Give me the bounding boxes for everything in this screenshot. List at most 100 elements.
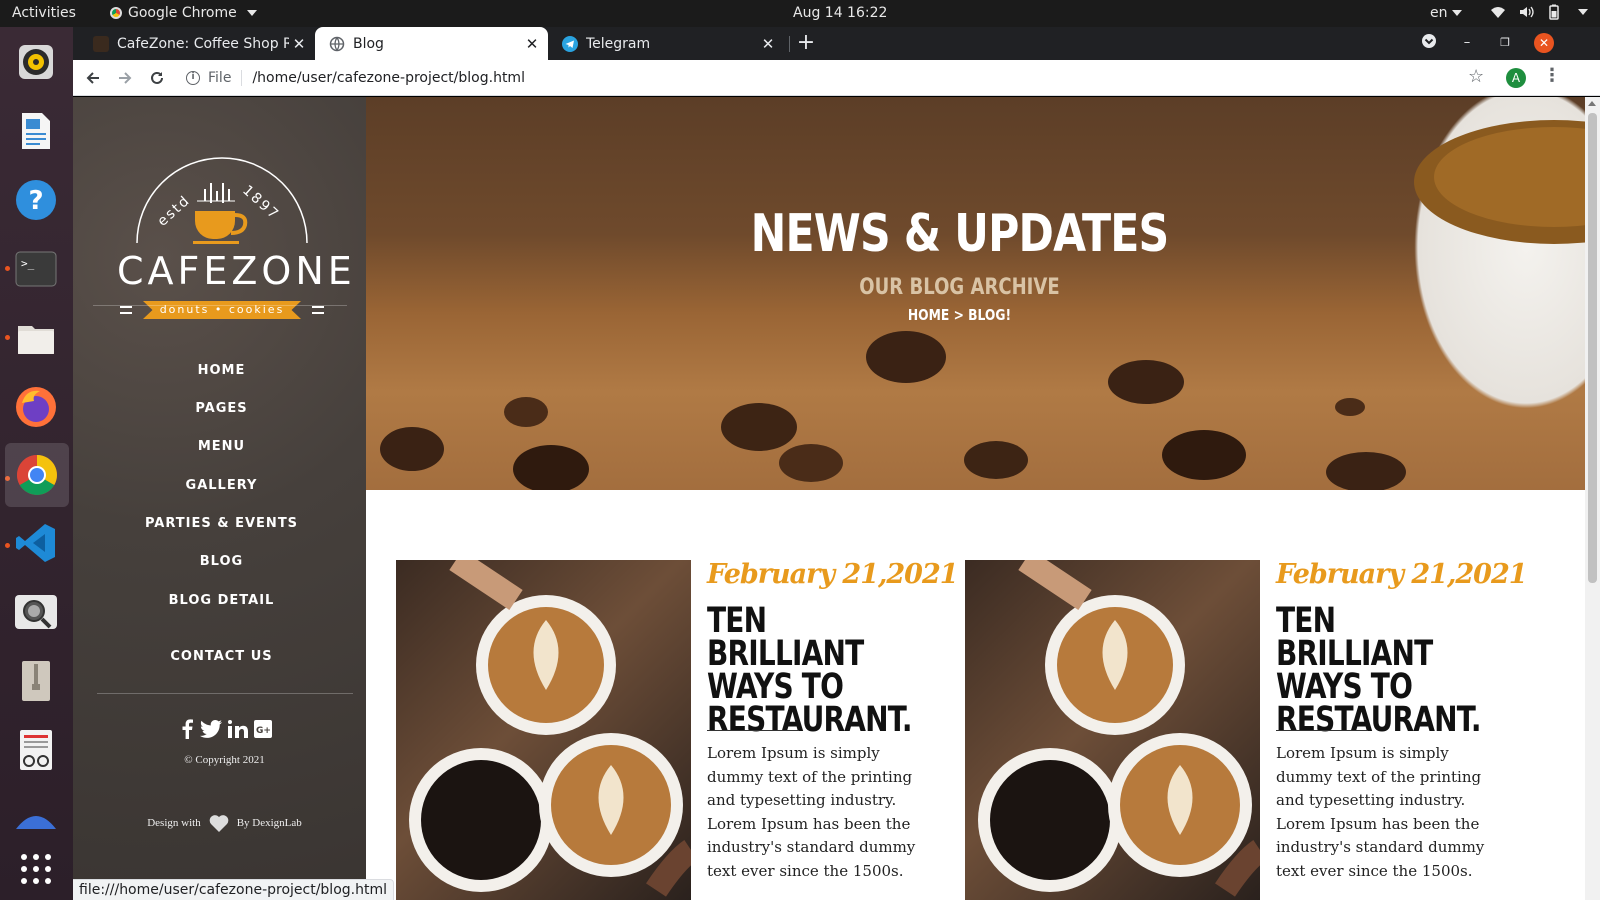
screenshot-icon[interactable] <box>14 590 58 634</box>
coffee-cups-image <box>409 560 691 897</box>
hero-subtitle: OUR BLOG ARCHIVE <box>859 275 1060 300</box>
url-text: /home/user/cafezone-project/blog.html <box>252 70 525 86</box>
chrome-mini-icon <box>110 7 122 19</box>
tab-title: CafeZone: Coffee Shop Re <box>117 35 289 52</box>
writer-icon[interactable] <box>14 109 58 153</box>
tab-title: Telegram <box>586 35 651 52</box>
coffee-cups-image <box>978 560 1260 897</box>
restore-button[interactable]: ❐ <box>1495 33 1515 53</box>
tab-title: Blog <box>353 35 384 52</box>
site-logo[interactable]: estd 1897 CAFEZONE donuts • cookies <box>117 131 352 319</box>
profile-avatar[interactable]: A <box>1506 68 1526 88</box>
scroll-up-icon[interactable] <box>1588 101 1596 106</box>
post-image[interactable] <box>965 560 1260 900</box>
page-scrollbar[interactable] <box>1585 97 1600 900</box>
reload-button[interactable] <box>145 66 169 90</box>
hero-banner: NEWS & UPDATES OUR BLOG ARCHIVE HOME > B… <box>366 97 1585 490</box>
post-divider <box>707 730 799 731</box>
tab-strip: CafeZone: Coffee Shop Re ✕ Blog ✕ Telegr… <box>73 27 1600 60</box>
forward-button[interactable] <box>113 66 137 90</box>
running-indicator <box>5 266 10 271</box>
minimize-button[interactable]: – <box>1457 33 1477 53</box>
post-title[interactable]: TEN BRILLIANT WAYS TO RESTAURANT. <box>1276 604 1481 738</box>
svg-text:?: ? <box>28 186 43 216</box>
bookmark-star-icon[interactable]: ☆ <box>1468 66 1484 87</box>
nav-blog-detail[interactable]: BLOG DETAIL <box>73 593 370 608</box>
nav-menu[interactable]: MENU <box>73 439 370 454</box>
facebook-icon[interactable] <box>180 719 194 739</box>
hero-title: NEWS & UPDATES <box>750 204 1170 264</box>
nav-pages[interactable]: PAGES <box>73 401 370 416</box>
terminal-icon[interactable]: >_ <box>14 247 58 291</box>
designed-prefix: Design with <box>147 817 201 829</box>
nav-contact-us[interactable]: CONTACT US <box>73 649 370 664</box>
nav-home[interactable]: HOME <box>73 363 370 378</box>
telegram-icon <box>562 35 578 52</box>
globe-icon <box>329 36 345 51</box>
chrome-icon[interactable] <box>5 443 69 507</box>
svg-text:>_: >_ <box>21 257 35 270</box>
wifi-icon <box>1491 7 1505 18</box>
cafezone-favicon <box>93 35 109 52</box>
partial-app-icon[interactable] <box>14 797 58 841</box>
google-plus-icon[interactable]: G+ <box>254 720 272 738</box>
back-button[interactable] <box>81 66 105 90</box>
post-image[interactable] <box>396 560 691 900</box>
breadcrumb[interactable]: HOME > BLOG! <box>473 306 1446 324</box>
chevron-down-circle-icon <box>1422 34 1436 48</box>
app-menu[interactable]: Google Chrome <box>110 5 257 21</box>
nav-blog[interactable]: BLOG <box>73 554 370 569</box>
system-top-bar: Activities Google Chrome Aug 14 16:22 en <box>0 0 1600 27</box>
address-bar[interactable]: i File /home/user/cafezone-project/blog.… <box>180 64 1555 92</box>
rhythmbox-icon[interactable] <box>14 40 58 84</box>
language-label: en <box>1430 5 1448 21</box>
show-apps-icon[interactable] <box>14 847 58 891</box>
nav-parties-events[interactable]: PARTIES & EVENTS <box>73 516 370 531</box>
info-icon[interactable]: i <box>186 71 200 85</box>
reload-icon <box>151 71 163 84</box>
clock[interactable]: Aug 14 16:22 <box>793 5 887 21</box>
page-viewport: estd 1897 CAFEZONE donuts • cookies HOME… <box>73 97 1585 900</box>
link-status-bubble: file:///home/user/cafezone-project/blog.… <box>73 879 394 900</box>
files-icon[interactable] <box>14 316 58 360</box>
designed-suffix[interactable]: By DexignLab <box>237 817 302 829</box>
heart-icon <box>209 815 229 832</box>
running-indicator <box>5 335 10 340</box>
arrow-right-icon <box>119 72 132 84</box>
url-scheme: File <box>208 70 243 86</box>
scrollbar-thumb[interactable] <box>1588 113 1597 583</box>
close-icon[interactable]: ✕ <box>522 35 542 53</box>
tab-search-button[interactable] <box>1419 33 1439 53</box>
coffee-cup-logo-icon <box>136 157 308 244</box>
new-tab-button[interactable]: + <box>793 30 819 55</box>
vscode-icon[interactable] <box>14 521 58 565</box>
tab-telegram[interactable]: Telegram ✕ <box>548 27 784 60</box>
twitter-icon[interactable] <box>200 720 222 738</box>
site-sidebar: estd 1897 CAFEZONE donuts • cookies HOME… <box>73 97 366 900</box>
dock: ? >_ <box>0 27 73 900</box>
language-indicator[interactable]: en <box>1430 5 1462 21</box>
post-date: February 21,2021 <box>707 559 959 590</box>
linkedin-icon[interactable] <box>228 720 248 738</box>
close-icon[interactable]: ✕ <box>289 35 309 53</box>
system-tray[interactable] <box>1490 4 1588 20</box>
logo-bar-left <box>120 306 132 314</box>
document-viewer-icon[interactable] <box>14 728 58 772</box>
more-menu-icon[interactable]: ⋮ <box>1543 65 1561 86</box>
archive-icon[interactable] <box>14 659 58 703</box>
post-title[interactable]: TEN BRILLIANT WAYS TO RESTAURANT. <box>707 604 912 738</box>
tab-blog[interactable]: Blog ✕ <box>315 27 548 60</box>
close-icon[interactable]: ✕ <box>758 35 778 53</box>
nav-gallery[interactable]: GALLERY <box>73 478 370 493</box>
post-excerpt: Lorem Ipsum is simply dummy text of the … <box>1276 744 1485 880</box>
activities-button[interactable]: Activities <box>12 5 76 21</box>
volume-icon <box>1520 6 1534 18</box>
close-window-button[interactable]: ✕ <box>1534 33 1554 53</box>
sidebar-divider <box>97 693 353 694</box>
tab-separator <box>789 36 790 52</box>
app-menu-label: Google Chrome <box>128 5 237 21</box>
help-icon[interactable]: ? <box>14 178 58 222</box>
firefox-icon[interactable] <box>14 385 58 429</box>
tab-cafezone[interactable]: CafeZone: Coffee Shop Re ✕ <box>79 27 315 60</box>
browser-toolbar: i File /home/user/cafezone-project/blog.… <box>73 60 1600 96</box>
